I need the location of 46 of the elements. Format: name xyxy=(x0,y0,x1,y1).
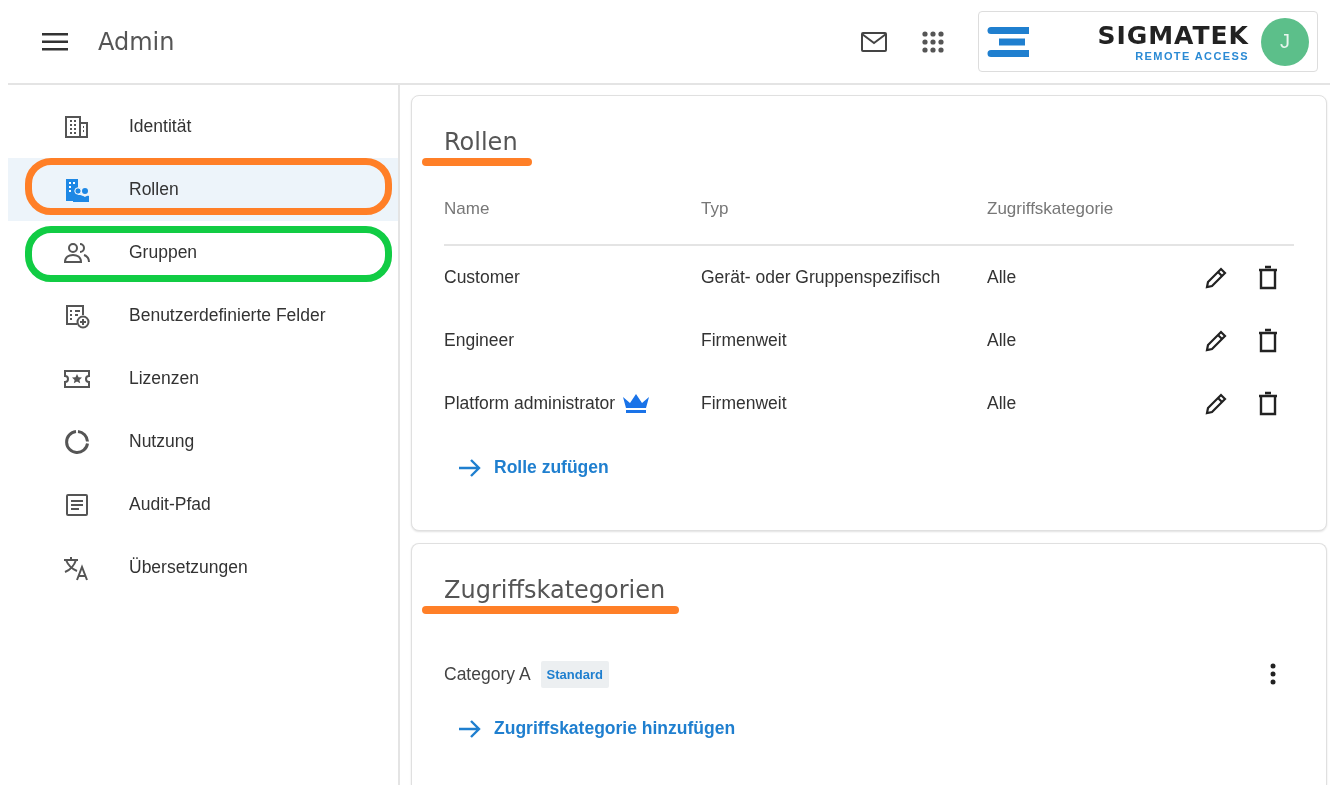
table-cell-text: Alle xyxy=(987,330,1018,351)
column-header: Name xyxy=(444,199,491,219)
arrow-right-icon xyxy=(458,718,482,739)
arrow-right-icon xyxy=(458,457,482,478)
sidebar-item[interactable]: Rollen xyxy=(8,158,398,221)
logo-tagline: REMOTE ACCESS xyxy=(1135,49,1249,62)
table-cell-text: Alle xyxy=(987,393,1018,414)
table-cell: Platform administrator xyxy=(444,393,701,414)
mail-icon[interactable] xyxy=(860,30,888,53)
sidebar-item[interactable]: Identität xyxy=(8,95,398,158)
menu-icon[interactable] xyxy=(42,32,68,51)
sidebar-item[interactable]: Benutzerdefinierte Felder xyxy=(8,284,398,347)
sidebar-item[interactable]: Nutzung xyxy=(8,410,398,473)
sidebar-item[interactable]: Audit-Pfad xyxy=(8,473,398,536)
donut-chart-icon xyxy=(64,428,90,455)
table-cell-text: Firmenweit xyxy=(701,330,788,351)
table-cell-text: Alle xyxy=(987,267,1018,288)
more-options-icon[interactable] xyxy=(1270,663,1276,685)
table-cell-text: Engineer xyxy=(444,330,516,351)
table-cell-text: Firmenweit xyxy=(701,393,788,414)
delete-icon[interactable] xyxy=(1257,327,1279,354)
table-cell-text: Customer xyxy=(444,267,521,288)
section-title: Rollen xyxy=(444,128,518,156)
add-category-link[interactable]: Zugriffskategorie hinzufügen xyxy=(458,718,736,739)
people-icon xyxy=(63,241,91,264)
ticket-star-icon xyxy=(63,367,91,390)
form-add-icon xyxy=(64,302,90,329)
sidebar-item[interactable]: Lizenzen xyxy=(8,347,398,410)
document-icon xyxy=(65,492,89,517)
category-name: Category A xyxy=(444,663,531,685)
column-header: Typ xyxy=(701,199,730,219)
default-badge: Standard xyxy=(540,660,609,688)
add-role-link[interactable]: Rolle zufügen xyxy=(458,457,609,478)
logo-name: SIGMATEK xyxy=(1097,21,1249,50)
building-icon xyxy=(64,114,90,139)
table-cell-text: Gerät- oder Gruppenspezifisch xyxy=(701,267,942,288)
section-title: Zugriffskategorien xyxy=(444,576,666,604)
page-title: Admin xyxy=(98,27,176,56)
apps-grid-icon[interactable] xyxy=(921,29,945,54)
building-people-icon xyxy=(64,177,90,202)
logo-mark-icon xyxy=(987,26,1031,57)
delete-icon[interactable] xyxy=(1257,264,1279,291)
sidebar-item[interactable]: Gruppen xyxy=(8,221,398,284)
sidebar-item[interactable]: Übersetzungen xyxy=(8,536,398,599)
column-header: Zugriffskategorie xyxy=(987,199,1115,219)
delete-icon[interactable] xyxy=(1257,390,1279,417)
